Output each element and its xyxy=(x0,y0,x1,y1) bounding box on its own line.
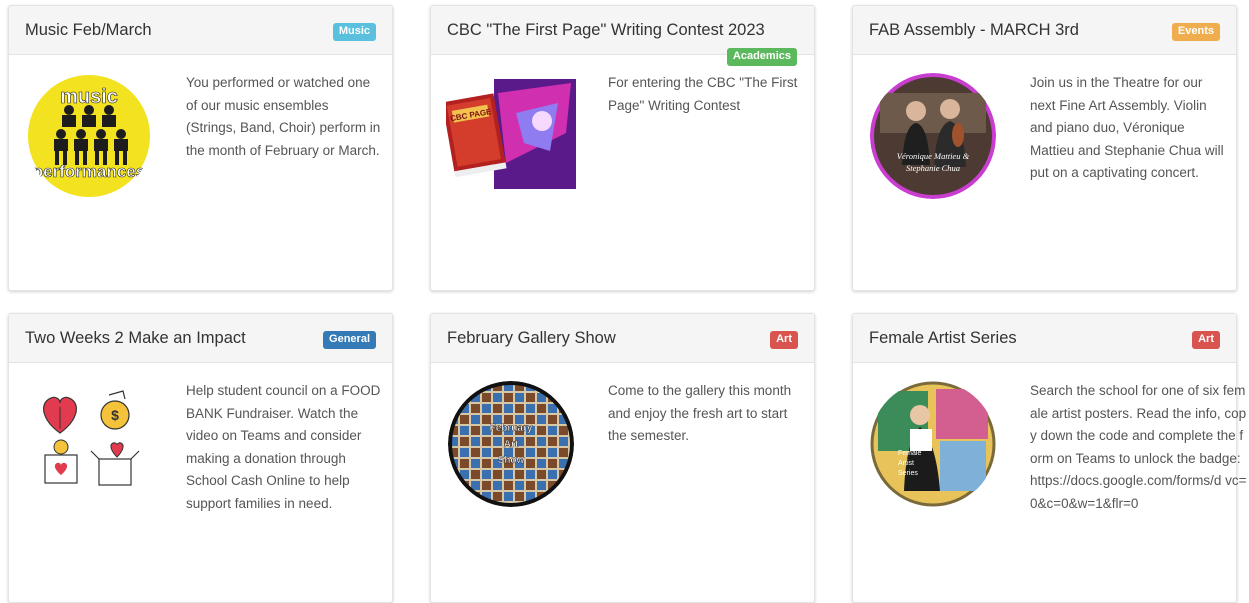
card-header: Two Weeks 2 Make an Impact General xyxy=(9,314,392,363)
card-header: FAB Assembly - MARCH 3rd Events xyxy=(853,6,1236,55)
category-badge: Music xyxy=(332,23,376,41)
svg-text:Véronique Mattieu &: Véronique Mattieu & xyxy=(897,151,970,161)
card-description: Join us in the Theatre for our next Fine… xyxy=(1030,75,1224,180)
svg-text:Show: Show xyxy=(498,455,525,466)
svg-text:Art: Art xyxy=(504,439,519,450)
svg-text:music: music xyxy=(60,86,118,108)
badge-card[interactable]: CBC "The First Page" Writing Contest 202… xyxy=(430,5,815,291)
music-performances-icon: music performances xyxy=(26,73,152,199)
category-badge: Events xyxy=(1171,23,1220,41)
category-badge: General xyxy=(323,331,376,349)
badge-card[interactable]: February Gallery Show Art February Art S xyxy=(430,313,815,603)
card-body: Véronique Mattieu & Stephanie Chua Join … xyxy=(853,55,1236,290)
card-header: Music Feb/March Music xyxy=(9,6,392,55)
card-title: Female Artist Series xyxy=(869,329,1017,347)
svg-text:Female: Female xyxy=(898,450,921,457)
card-body: CBC PAGE For entering the CBC "The First… xyxy=(431,55,814,290)
badge-card[interactable]: Female Artist Series Art Female Artist S… xyxy=(852,313,1246,603)
card-body: music performances You performed or watc… xyxy=(9,55,392,290)
donation-icon: $ xyxy=(33,385,145,497)
svg-text:Artist: Artist xyxy=(898,460,914,467)
card-description: Help student council on a FOOD BANK Fund… xyxy=(186,383,381,511)
svg-text:Stephanie Chua: Stephanie Chua xyxy=(906,163,960,173)
svg-text:performances: performances xyxy=(33,162,145,181)
card-body: February Art Show Come to the gallery th… xyxy=(431,363,814,602)
card-description: Search the school for one of six female … xyxy=(1030,383,1247,511)
card-description: For entering the CBC "The First Page" Wr… xyxy=(608,75,798,113)
card-description: Come to the gallery this month and enjoy… xyxy=(608,383,792,443)
card-title: February Gallery Show xyxy=(447,329,616,347)
card-title: CBC "The First Page" Writing Contest 202… xyxy=(447,21,765,39)
gallery-show-icon: February Art Show xyxy=(448,381,574,507)
female-artist-icon: Female Artist Series xyxy=(870,381,996,507)
card-body: $ Help student council on a FOOD BANK Fu… xyxy=(9,363,392,602)
badge-card[interactable]: Music Feb/March Music music performances xyxy=(8,5,393,291)
badge-card[interactable]: FAB Assembly - MARCH 3rd Events Véroniqu… xyxy=(852,5,1237,291)
cbc-writing-contest-icon: CBC PAGE xyxy=(442,73,578,193)
card-title: Two Weeks 2 Make an Impact xyxy=(25,329,246,347)
concert-duo-icon: Véronique Mattieu & Stephanie Chua xyxy=(870,73,996,199)
svg-text:Series: Series xyxy=(898,470,918,477)
category-badge: Art xyxy=(770,331,798,349)
card-title: FAB Assembly - MARCH 3rd xyxy=(869,21,1079,39)
category-badge: Art xyxy=(1192,331,1220,349)
card-title: Music Feb/March xyxy=(25,21,152,39)
card-header: Female Artist Series Art xyxy=(853,314,1236,363)
svg-text:February: February xyxy=(490,423,533,434)
svg-text:$: $ xyxy=(111,407,119,423)
badge-card[interactable]: Two Weeks 2 Make an Impact General $ Hel… xyxy=(8,313,393,603)
card-body: Female Artist Series Search the school f… xyxy=(853,363,1246,603)
card-header: February Gallery Show Art xyxy=(431,314,814,363)
card-description: You performed or watched one of our musi… xyxy=(186,75,381,158)
